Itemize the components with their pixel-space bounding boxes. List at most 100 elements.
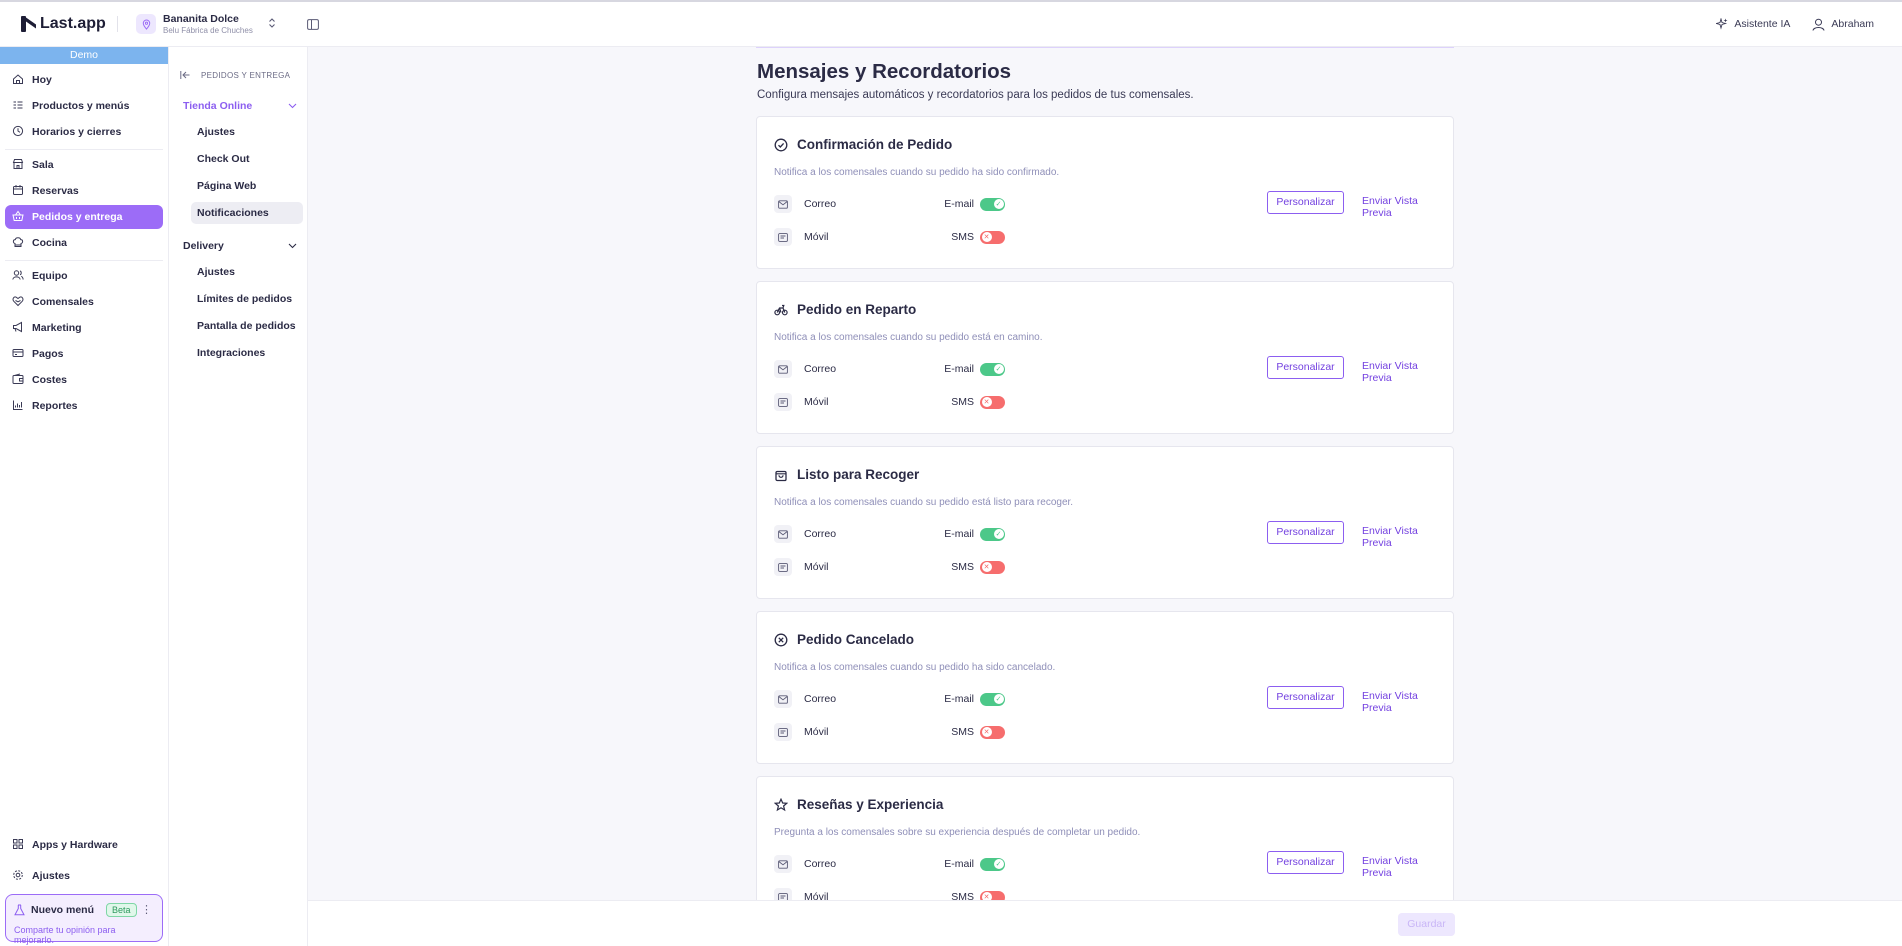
save-button[interactable]: Guardar xyxy=(1398,913,1455,936)
sidebar-item-label: Costes xyxy=(32,374,68,386)
bag-icon xyxy=(775,470,787,481)
subnav-group-delivery[interactable]: Delivery xyxy=(183,236,297,256)
sidebar-item-horarios-y-cierres[interactable]: Horarios y cierres xyxy=(5,120,163,144)
card-title-text: Listo para Recoger xyxy=(797,467,920,482)
subnav-item-ajustes[interactable]: Ajustes xyxy=(191,261,303,283)
email-toggle[interactable]: ✓ xyxy=(980,692,1005,706)
card-title-text: Reseñas y Experiencia xyxy=(797,797,944,812)
check-icon: ✓ xyxy=(993,364,1004,374)
subnav-item-ajustes[interactable]: Ajustes xyxy=(191,121,303,143)
card-title: Reseñas y Experiencia xyxy=(774,797,943,812)
check-icon: ✓ xyxy=(993,694,1004,704)
assistant-label: Asistente IA xyxy=(1734,18,1791,30)
sidebar-item-label: Marketing xyxy=(32,322,82,334)
channel-name: Correo xyxy=(804,693,837,705)
main-content: Mensajes y Recordatorios Configura mensa… xyxy=(308,47,1902,900)
sms-toggle[interactable]: ✕ xyxy=(980,230,1005,244)
email-toggle[interactable]: ✓ xyxy=(980,527,1005,541)
subnav-item-check-out[interactable]: Check Out xyxy=(191,148,303,170)
send-preview-link[interactable]: Enviar Vista Previa xyxy=(1362,360,1434,384)
sidebar-item-equipo[interactable]: Equipo xyxy=(5,264,163,288)
subnav-item-pantalla-de-pedidos[interactable]: Pantalla de pedidos xyxy=(191,315,303,337)
send-preview-link[interactable]: Enviar Vista Previa xyxy=(1362,855,1434,879)
nuevo-menu-title: Nuevo menú xyxy=(31,904,95,916)
sidebar-toggle-icon[interactable] xyxy=(307,18,319,30)
email-toggle[interactable]: ✓ xyxy=(980,362,1005,376)
sidebar-item-label: Pedidos y entrega xyxy=(32,211,123,223)
sidebar-nav: Hoy Productos y menús Horarios y cierres Sa… xyxy=(0,64,168,418)
sidebar-item-label: Apps y Hardware xyxy=(32,839,118,851)
sidebar-item-apps-y-hardware[interactable]: Apps y Hardware xyxy=(5,833,163,857)
sidebar-item-hoy[interactable]: Hoy xyxy=(5,68,163,92)
send-preview-link[interactable]: Enviar Vista Previa xyxy=(1362,690,1434,714)
card-title: Pedido en Reparto xyxy=(774,302,916,317)
sidebar-item-comensales[interactable]: Comensales xyxy=(5,290,163,314)
message-icon xyxy=(774,393,792,411)
subnav-item-limites-de-pedidos[interactable]: Límites de pedidos xyxy=(191,288,303,310)
personalizar-button[interactable]: Personalizar xyxy=(1267,851,1344,874)
secondary-nav-title: PEDIDOS Y ENTREGA xyxy=(201,70,291,80)
send-preview-link[interactable]: Enviar Vista Previa xyxy=(1362,195,1434,219)
sidebar-item-productos-y-menus[interactable]: Productos y menús xyxy=(5,94,163,118)
sms-toggle[interactable]: ✕ xyxy=(980,395,1005,409)
sidebar-item-costes[interactable]: Costes xyxy=(5,368,163,392)
sms-toggle[interactable]: ✕ xyxy=(980,560,1005,574)
card-description: Notifica a los comensales cuando su pedi… xyxy=(774,662,1056,673)
subnav-item-pagina-web[interactable]: Página Web xyxy=(191,175,303,197)
sidebar-item-label: Ajustes xyxy=(32,870,70,882)
sidebar-item-pedidos-y-entrega[interactable]: Pedidos y entrega xyxy=(5,205,163,229)
nuevo-menu-card[interactable]: Nuevo menú Beta ⋮ Comparte tu opinión pa… xyxy=(5,894,163,945)
channel-label: SMS xyxy=(951,726,974,738)
channel-label: E-mail xyxy=(944,198,974,210)
mail-icon xyxy=(774,855,792,873)
sidebar-item-label: Productos y menús xyxy=(32,100,130,112)
user-icon xyxy=(1812,18,1825,31)
sidebar-item-reservas[interactable]: Reservas xyxy=(5,179,163,203)
sidebar-item-sala[interactable]: Sala xyxy=(5,153,163,177)
subnav-group-tienda[interactable]: Tienda Online xyxy=(183,96,297,116)
grid-icon xyxy=(12,838,32,853)
sidebar-item-label: Horarios y cierres xyxy=(32,126,122,138)
list-icon xyxy=(12,99,32,114)
chevron-updown-icon xyxy=(267,17,277,32)
basket-icon xyxy=(12,210,32,225)
channel-name: Móvil xyxy=(804,396,829,408)
sms-toggle[interactable]: ✕ xyxy=(980,890,1005,900)
personalizar-button[interactable]: Personalizar xyxy=(1267,521,1344,544)
subnav-item-integraciones[interactable]: Integraciones xyxy=(191,342,303,364)
kebab-menu-icon[interactable]: ⋮ xyxy=(141,905,152,916)
bike-icon xyxy=(774,304,788,315)
sidebar-item-pagos[interactable]: Pagos xyxy=(5,342,163,366)
send-preview-link[interactable]: Enviar Vista Previa xyxy=(1362,525,1434,549)
sidebar-item-cocina[interactable]: Cocina xyxy=(5,231,163,255)
app-logo[interactable]: Last.app xyxy=(20,15,117,33)
check-icon: ✓ xyxy=(993,529,1004,539)
user-menu[interactable]: Abraham xyxy=(1812,18,1874,31)
sidebar-item-marketing[interactable]: Marketing xyxy=(5,316,163,340)
email-toggle[interactable]: ✓ xyxy=(980,197,1005,211)
store-names: Bananita Dolce Belu Fábrica de Chuches xyxy=(163,13,267,35)
sidebar-item-ajustes[interactable]: Ajustes xyxy=(5,864,163,888)
personalizar-button[interactable]: Personalizar xyxy=(1267,686,1344,709)
gear-icon xyxy=(12,869,32,884)
sidebar-item-label: Hoy xyxy=(32,74,52,86)
personalizar-button[interactable]: Personalizar xyxy=(1267,356,1344,379)
location-pin-icon xyxy=(136,14,156,34)
sidebar-item-reportes[interactable]: Reportes xyxy=(5,394,163,418)
channel-row-email: Correo E-mail ✓ Personalizar Enviar Vista Pr… xyxy=(774,356,1434,384)
check-icon: ✓ xyxy=(993,859,1004,869)
card-description: Notifica a los comensales cuando su pedi… xyxy=(774,167,1060,178)
assistant-button[interactable]: Asistente IA xyxy=(1716,18,1790,30)
subnav-item-notificaciones[interactable]: Notificaciones xyxy=(191,202,303,224)
store-selector[interactable]: Bananita Dolce Belu Fábrica de Chuches xyxy=(136,13,277,35)
sms-toggle[interactable]: ✕ xyxy=(980,725,1005,739)
email-toggle[interactable]: ✓ xyxy=(980,857,1005,871)
mail-icon xyxy=(774,690,792,708)
personalizar-button[interactable]: Personalizar xyxy=(1267,191,1344,214)
page-description: Configura mensajes automáticos y recorda… xyxy=(757,89,1194,101)
subnav-group-label: Delivery xyxy=(183,240,224,252)
notification-card-pedido-en-reparto: Pedido en Reparto Notifica a los comensal… xyxy=(756,281,1454,434)
channel-name: Correo xyxy=(804,198,837,210)
beta-badge: Beta xyxy=(106,903,137,917)
channel-name: Correo xyxy=(804,858,837,870)
